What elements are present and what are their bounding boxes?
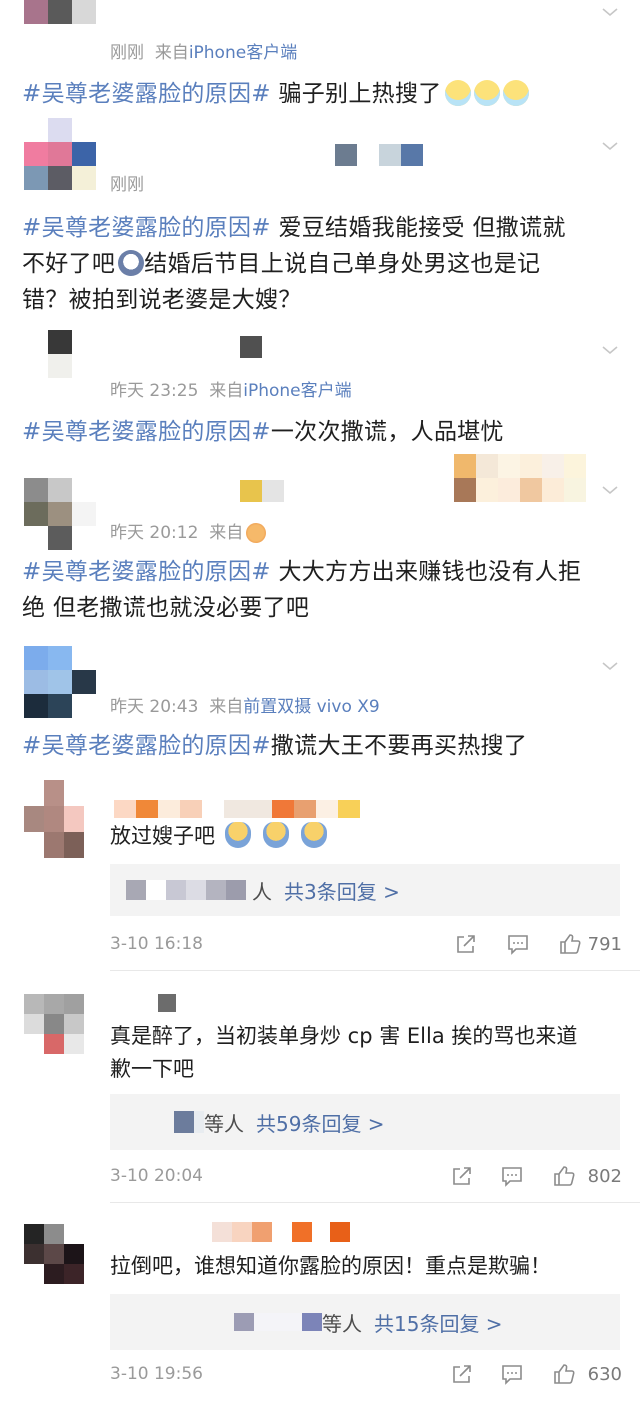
- scared-face-icon: [118, 250, 145, 276]
- hashtag-link[interactable]: #吴尊老婆露脸的原因#: [22, 559, 271, 585]
- source-link[interactable]: iPhone客户端: [189, 43, 297, 63]
- comment-text: 真是醉了，当初装单身炒 cp 害 Ella 挨的骂也来道 歉一下吧: [110, 1024, 578, 1081]
- avatar[interactable]: [24, 0, 96, 48]
- avatar[interactable]: [24, 994, 84, 1054]
- comment-time: 3-10 16:18: [110, 934, 203, 954]
- post-text: #吴尊老婆露脸的原因# 骗子别上热搜了: [22, 76, 622, 112]
- reply-count-link[interactable]: 共3条回复 >: [284, 876, 400, 905]
- divider: [110, 1202, 640, 1203]
- username-mosaic[interactable]: [240, 336, 262, 358]
- username-mosaic[interactable]: [158, 994, 176, 1012]
- like-icon[interactable]: [552, 1164, 576, 1188]
- comment-footer: 3-10 20:04 802: [110, 1162, 622, 1192]
- comment-text: 放过嫂子吧: [110, 820, 625, 853]
- reply-count-link[interactable]: 共15条回复 >: [374, 1308, 503, 1337]
- comment-icon[interactable]: [500, 1164, 524, 1188]
- post-text: #吴尊老婆露脸的原因#一次次撒谎，人品堪忧: [22, 419, 504, 445]
- post-meta: 刚刚: [110, 175, 144, 195]
- reply-summary[interactable]: 等人 共59条回复 >: [110, 1094, 620, 1150]
- divider: [110, 970, 640, 971]
- post-meta: 昨天 20:12 来自: [110, 518, 267, 543]
- avatar[interactable]: [24, 118, 96, 190]
- like-count: 630: [587, 1364, 622, 1385]
- chevron-down-icon[interactable]: [602, 138, 618, 154]
- share-icon[interactable]: [450, 1164, 474, 1188]
- like-icon[interactable]: [552, 1362, 576, 1386]
- pray-icon: [225, 822, 251, 848]
- replier-mosaic: [174, 1111, 204, 1133]
- comment-time: 3-10 20:04: [110, 1166, 203, 1186]
- hashtag-link[interactable]: #吴尊老婆露脸的原因#: [22, 81, 271, 107]
- chevron-down-icon[interactable]: [602, 4, 618, 20]
- post-text: #吴尊老婆露脸的原因# 大大方方出来赚钱也没有人拒 绝 但老撒谎也就没必要了吧: [22, 559, 582, 621]
- hashtag-link[interactable]: #吴尊老婆露脸的原因#: [22, 215, 271, 241]
- source-link[interactable]: iPhone客户端: [243, 381, 351, 401]
- reply-summary[interactable]: 等人 共15条回复 >: [110, 1294, 620, 1350]
- comment-icon[interactable]: [500, 1362, 524, 1386]
- share-icon[interactable]: [450, 1362, 474, 1386]
- pray-icon: [263, 822, 289, 848]
- sick-face-icon: [444, 80, 471, 106]
- post-meta: 昨天 20:43 来自前置双摄 vivo X9: [110, 697, 380, 717]
- chevron-down-icon[interactable]: [602, 342, 618, 358]
- username-mosaic[interactable]: [212, 1222, 350, 1242]
- avatar[interactable]: [24, 478, 96, 550]
- comment-icon[interactable]: [506, 932, 530, 956]
- chevron-down-icon[interactable]: [602, 658, 618, 674]
- reply-count-link[interactable]: 共59条回复 >: [256, 1108, 385, 1137]
- source-link[interactable]: 前置双摄 vivo X9: [243, 697, 380, 717]
- client-icon: [246, 523, 267, 543]
- chevron-down-icon[interactable]: [602, 482, 618, 498]
- avatar[interactable]: [24, 330, 96, 402]
- badge-mosaic: [454, 454, 594, 502]
- username-mosaic[interactable]: [335, 144, 423, 166]
- comment-time: 3-10 19:56: [110, 1364, 203, 1384]
- post-text: #吴尊老婆露脸的原因#撒谎大王不要再买热搜了: [22, 733, 528, 759]
- post-meta: 刚刚 来自iPhone客户端: [110, 43, 298, 63]
- like-count: 802: [587, 1166, 622, 1187]
- sick-face-icon: [502, 80, 529, 106]
- hashtag-link[interactable]: #吴尊老婆露脸的原因#: [22, 733, 271, 759]
- sick-face-icon: [473, 80, 500, 106]
- username-mosaic[interactable]: [240, 480, 284, 502]
- like-count: 791: [587, 934, 622, 955]
- username-mosaic[interactable]: [114, 800, 360, 818]
- avatar[interactable]: [24, 646, 96, 718]
- like-icon[interactable]: [558, 932, 582, 956]
- comment-footer: 3-10 16:18 791: [110, 930, 622, 960]
- post-meta: 昨天 23:25 来自iPhone客户端: [110, 381, 352, 401]
- reply-summary[interactable]: 人共3条回复 >: [110, 864, 620, 916]
- avatar[interactable]: [24, 780, 84, 858]
- pray-icon: [301, 822, 327, 848]
- avatar[interactable]: [24, 1224, 84, 1284]
- comment-footer: 3-10 19:56 630: [110, 1360, 622, 1390]
- post-text: #吴尊老婆露脸的原因# 爱豆结婚我能接受 但撒谎就 不好了吧 结婚后节目上说自己单…: [22, 215, 566, 313]
- replier-mosaic: [234, 1313, 322, 1331]
- hashtag-link[interactable]: #吴尊老婆露脸的原因#: [22, 419, 271, 445]
- replier-mosaic: [126, 880, 246, 900]
- share-icon[interactable]: [454, 932, 478, 956]
- comment-text: 拉倒吧，谁想知道你露脸的原因！重点是欺骗！: [110, 1254, 551, 1278]
